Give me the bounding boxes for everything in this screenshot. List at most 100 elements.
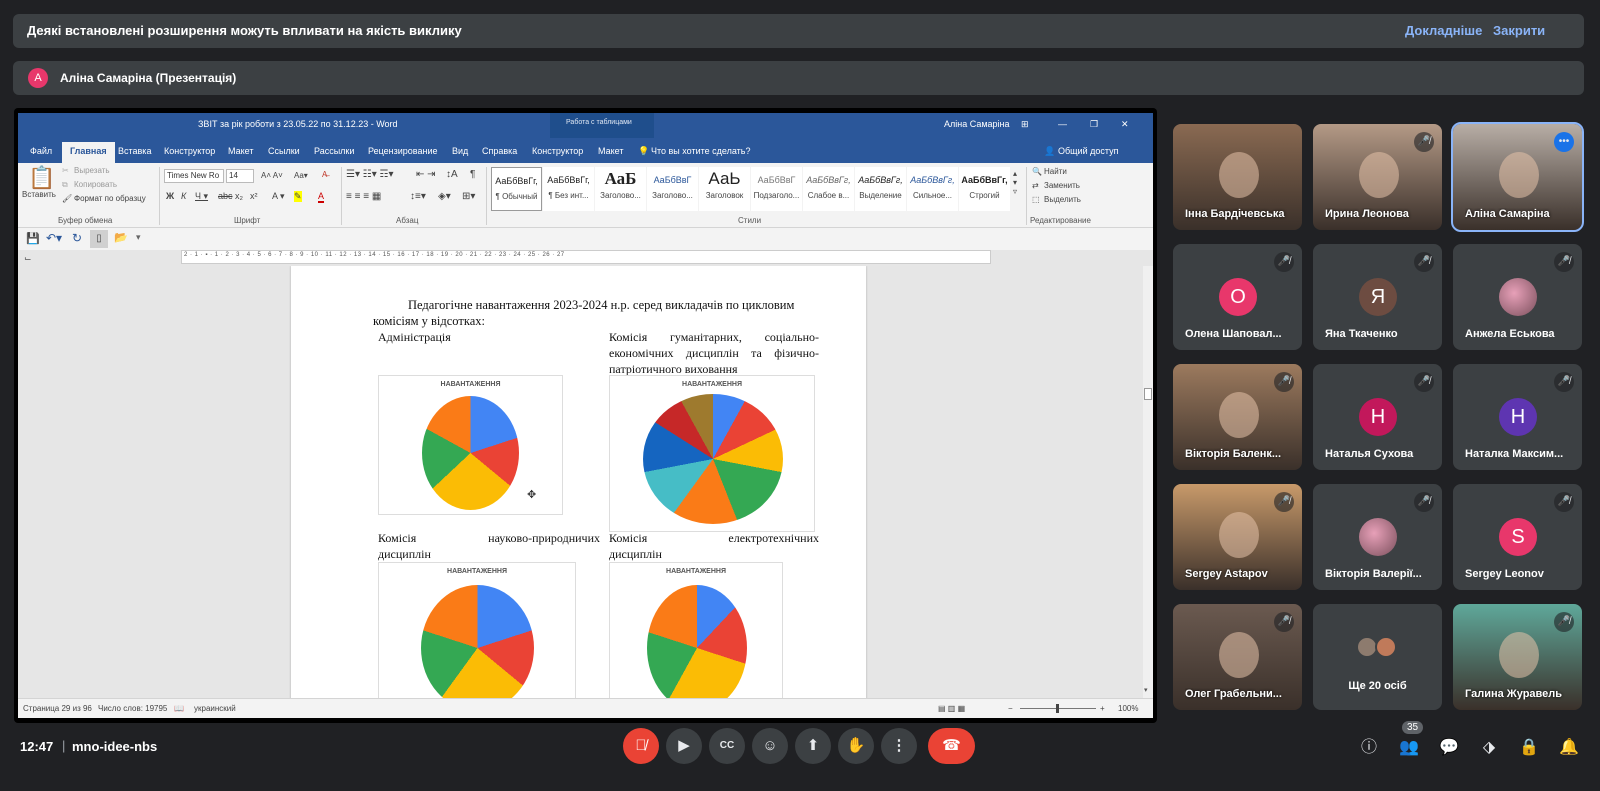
participant-tile[interactable]: 🎤̸ Вікторія Валерії... bbox=[1313, 484, 1442, 590]
zoom-in-icon[interactable]: + bbox=[1100, 704, 1105, 713]
captions-button[interactable]: CC bbox=[709, 728, 745, 764]
participant-tile[interactable]: 🎤̸ Вікторія Баленк... bbox=[1173, 364, 1302, 470]
chart-humanities[interactable]: НАВАНТАЖЕННЯ bbox=[609, 375, 815, 532]
close-icon[interactable]: ✕ bbox=[1121, 119, 1129, 130]
tab-review[interactable]: Рецензирование bbox=[368, 146, 438, 156]
font-size-box[interactable]: 14 bbox=[226, 169, 254, 183]
host-controls-icon[interactable]: 🔒 bbox=[1517, 736, 1541, 760]
copy-button[interactable]: Копировать bbox=[74, 180, 117, 189]
style-title[interactable]: АаЬ Заголовок bbox=[699, 167, 750, 211]
subscript-icon[interactable]: x₂ bbox=[235, 191, 243, 201]
folder-icon[interactable]: 📂 bbox=[114, 231, 128, 244]
participant-tile[interactable]: 🎤̸ Sergey Astapov bbox=[1173, 484, 1302, 590]
text-effects-icon[interactable]: A ▾ bbox=[272, 191, 285, 202]
scroll-down-icon[interactable]: ▾ bbox=[1144, 686, 1148, 694]
present-button[interactable]: ⬆ bbox=[795, 728, 831, 764]
style-subtle-emphasis[interactable]: АаБбВвГг, Слабое в... bbox=[803, 167, 854, 211]
page-icon[interactable]: ▯ bbox=[90, 230, 108, 248]
tell-me-box[interactable]: Что вы хотите сделать? bbox=[651, 146, 751, 156]
participant-tile[interactable]: 🎤̸ Ирина Леонова bbox=[1313, 124, 1442, 230]
select-button[interactable]: Выделить bbox=[1044, 195, 1081, 204]
align-icons[interactable]: ≡ ≡ ≡ ▦ bbox=[346, 191, 381, 202]
mic-off-button[interactable]: 🎙̸ bbox=[623, 728, 659, 764]
replace-button[interactable]: Заменить bbox=[1044, 181, 1080, 190]
strike-icon[interactable]: abc bbox=[218, 191, 233, 201]
tab-selector-icon[interactable]: ⌙ bbox=[24, 253, 32, 264]
format-painter-button[interactable]: Формат по образцу bbox=[74, 194, 146, 203]
tab-insert[interactable]: Вставка bbox=[118, 146, 151, 156]
style-strong[interactable]: АаБбВвГг, Строгий bbox=[959, 167, 1010, 211]
save-icon[interactable]: 💾 bbox=[26, 232, 40, 245]
participant-tile[interactable]: Я 🎤̸ Яна Ткаченко bbox=[1313, 244, 1442, 350]
participant-tile[interactable]: S 🎤̸ Sergey Leonov bbox=[1453, 484, 1582, 590]
tab-table-layout[interactable]: Макет bbox=[598, 146, 623, 156]
italic-icon[interactable]: К bbox=[181, 191, 186, 201]
bullets-icon[interactable]: ☰▾ ☷▾ ☶▾ bbox=[346, 169, 394, 180]
clear-format-icon[interactable]: A̶ bbox=[322, 170, 327, 179]
grow-font-icon[interactable]: A˄ A˅ bbox=[261, 171, 283, 180]
participant-tile[interactable]: Інна Бардічевська bbox=[1173, 124, 1302, 230]
sort-icon[interactable]: ↕A bbox=[446, 169, 458, 180]
tab-table-design[interactable]: Конструктор bbox=[532, 146, 583, 156]
superscript-icon[interactable]: x² bbox=[250, 191, 258, 201]
bold-icon[interactable]: Ж bbox=[166, 191, 174, 201]
styles-scroll-icon[interactable]: ▴ ▾ ▿ bbox=[1013, 169, 1017, 196]
share-button[interactable]: Общий доступ bbox=[1058, 146, 1118, 156]
font-color-icon[interactable]: A bbox=[318, 191, 325, 203]
line-spacing-icon[interactable]: ↕≡▾ bbox=[410, 191, 426, 202]
participant-tile[interactable]: Н 🎤̸ Наталка Максим... bbox=[1453, 364, 1582, 470]
status-language[interactable]: украинский bbox=[194, 704, 236, 713]
meeting-code[interactable]: mno-idee-nbs bbox=[72, 739, 157, 754]
notification-icon[interactable]: 🔔 bbox=[1557, 736, 1581, 760]
tab-mailings[interactable]: Рассылки bbox=[314, 146, 354, 156]
status-words[interactable]: Число слов: 19795 bbox=[98, 704, 167, 713]
tab-home[interactable]: Главная bbox=[62, 142, 115, 163]
font-name-box[interactable]: Times New Ro bbox=[164, 169, 224, 183]
tab-view[interactable]: Вид bbox=[452, 146, 468, 156]
style-subtitle[interactable]: АаБбВвГ Подзаголо... bbox=[751, 167, 802, 211]
style-no-spacing[interactable]: АаБбВвГг, ¶ Без инт... bbox=[543, 167, 594, 211]
scroll-thumb[interactable] bbox=[1144, 388, 1152, 400]
cut-button[interactable]: Вырезать bbox=[74, 166, 110, 175]
view-mode-icons[interactable]: ▤ ▥ ▦ bbox=[938, 704, 965, 713]
pilcrow-icon[interactable]: ¶ bbox=[470, 169, 475, 180]
camera-button[interactable]: ▶ bbox=[666, 728, 702, 764]
raise-hand-button[interactable]: ✋ bbox=[838, 728, 874, 764]
underline-icon[interactable]: Ч ▾ bbox=[195, 191, 208, 202]
ribbon-display-icon[interactable]: ⊞ bbox=[1021, 119, 1029, 130]
tab-file[interactable]: Файл bbox=[30, 146, 52, 156]
minimize-icon[interactable]: — bbox=[1058, 119, 1067, 129]
end-call-button[interactable]: ☎ bbox=[928, 728, 975, 764]
style-heading-2[interactable]: АаБбВвГ Заголово... bbox=[647, 167, 698, 211]
highlight-icon[interactable]: ✎ bbox=[294, 191, 302, 202]
indent-icon[interactable]: ⇤ ⇥ bbox=[416, 169, 436, 180]
chart-electro[interactable]: НАВАНТАЖЕННЯ bbox=[609, 562, 783, 698]
emoji-button[interactable]: ☺ bbox=[752, 728, 788, 764]
activities-icon[interactable]: ⬗ bbox=[1477, 736, 1501, 760]
undo-icon[interactable]: ↶▾ bbox=[46, 231, 62, 245]
zoom-out-icon[interactable]: − bbox=[1008, 704, 1013, 713]
style-emphasis[interactable]: АаБбВвГг, Выделение bbox=[855, 167, 906, 211]
tab-design[interactable]: Конструктор bbox=[164, 146, 215, 156]
find-button[interactable]: Найти bbox=[1044, 167, 1067, 176]
participant-tile[interactable]: 🎤̸ Олег Грабельни... bbox=[1173, 604, 1302, 710]
tab-help[interactable]: Справка bbox=[482, 146, 517, 156]
participant-tile[interactable]: 🎤̸ Анжела Еськова bbox=[1453, 244, 1582, 350]
notice-more-link[interactable]: Докладніше bbox=[1405, 23, 1482, 38]
redo-icon[interactable]: ↻ bbox=[72, 231, 82, 245]
status-page[interactable]: Страница 29 из 96 bbox=[23, 704, 92, 713]
proofing-icon[interactable]: 📖 bbox=[174, 704, 184, 713]
participant-tile[interactable]: 🎤̸ Галина Журавель bbox=[1453, 604, 1582, 710]
customize-qat-icon[interactable]: ▾ bbox=[136, 232, 141, 243]
style-intense-emphasis[interactable]: АаБбВвГг, Сильное... bbox=[907, 167, 958, 211]
zoom-level[interactable]: 100% bbox=[1118, 704, 1138, 713]
style-normal[interactable]: АаБбВвГг, ¶ Обычный bbox=[491, 167, 542, 211]
people-icon[interactable]: 👥 bbox=[1397, 736, 1421, 760]
participant-tile[interactable]: Ще 20 осіб bbox=[1313, 604, 1442, 710]
info-icon[interactable]: ⓘ bbox=[1357, 736, 1381, 760]
paste-icon[interactable]: 📋 bbox=[28, 165, 55, 191]
tab-references[interactable]: Ссылки bbox=[268, 146, 300, 156]
paste-button[interactable]: Вставить bbox=[22, 190, 56, 199]
chart-science[interactable]: НАВАНТАЖЕННЯ bbox=[378, 562, 576, 698]
zoom-thumb[interactable] bbox=[1056, 704, 1059, 713]
